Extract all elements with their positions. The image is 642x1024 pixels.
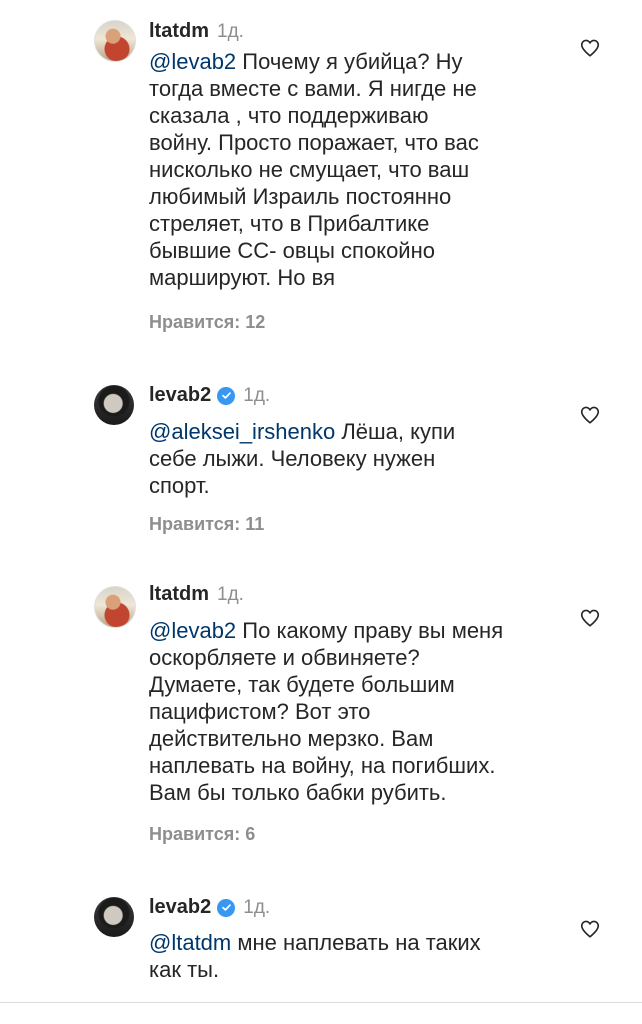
comment-line: оскорбляете и обвиняете?	[149, 645, 420, 670]
likes-count[interactable]: Нравится: 12	[149, 312, 265, 333]
comment-line: Вам бы только бабки рубить.	[149, 780, 447, 805]
username[interactable]: ltatdm	[149, 20, 209, 43]
mention-link[interactable]: @levab2	[149, 618, 236, 643]
mention-link[interactable]: @ltatdm	[149, 930, 231, 955]
divider	[0, 1002, 642, 1003]
comment: ltatdm 1д. @levab2 По какому праву вы ме…	[0, 580, 642, 860]
avatar[interactable]	[94, 586, 136, 628]
comment-line: Лёша, купи	[335, 419, 456, 444]
username[interactable]: levab2	[149, 384, 211, 407]
comment-header: levab2 1д.	[149, 896, 270, 919]
timestamp: 1д.	[217, 20, 244, 42]
comment-line: как ты.	[149, 957, 220, 982]
username[interactable]: ltatdm	[149, 583, 209, 606]
comment-line: пацифистом? Вот это	[149, 699, 371, 724]
comment-header: levab2 1д.	[149, 384, 270, 407]
username[interactable]: levab2	[149, 896, 211, 919]
timestamp: 1д.	[217, 583, 244, 605]
heart-outline-icon[interactable]	[579, 404, 601, 426]
comment-line: себе лыжи. Человеку нужен	[149, 446, 436, 471]
comment-line: бывшие СС- овцы спокойно	[149, 238, 435, 263]
comment-line: Почему я убийца? Ну	[236, 49, 463, 74]
comment-text: @levab2 По какому праву вы меня оскорбля…	[149, 617, 549, 806]
comment-line: сказала , что поддерживаю	[149, 103, 429, 128]
timestamp: 1д.	[243, 384, 271, 406]
comment-line: наплевать на войну, на погибших.	[149, 753, 496, 778]
comment-text: @ltatdm мне наплевать на таких как ты.	[149, 929, 549, 983]
comment-line: маршируют. Но вя	[149, 265, 335, 290]
comment: levab2 1д. @ltatdm мне наплевать на таки…	[0, 893, 642, 993]
comment-line: нисколько не смущает, что ваш	[149, 157, 470, 182]
likes-count[interactable]: Нравится: 11	[149, 514, 264, 535]
comment-line: мне наплевать на таких	[231, 930, 481, 955]
comment-line: действительно мерзко. Вам	[149, 726, 434, 751]
comment-line: Думаете, так будете большим	[149, 672, 455, 697]
comment-header: ltatdm 1д.	[149, 20, 244, 43]
avatar[interactable]	[94, 897, 134, 937]
heart-outline-icon[interactable]	[579, 607, 601, 629]
comment-line: По какому праву вы меня	[236, 618, 504, 643]
verified-badge-icon	[217, 898, 236, 917]
mention-link[interactable]: @levab2	[149, 49, 236, 74]
mention-link[interactable]: @aleksei_irshenko	[149, 419, 335, 444]
heart-outline-icon[interactable]	[579, 37, 601, 59]
avatar[interactable]	[94, 385, 134, 425]
verified-badge-icon	[217, 386, 236, 405]
timestamp: 1д.	[243, 896, 271, 918]
comment-text: @aleksei_irshenko Лёша, купи себе лыжи. …	[149, 418, 549, 499]
comment-line: стреляет, что в Прибалтике	[149, 211, 430, 236]
comment-line: спорт.	[149, 473, 210, 498]
comment-header: ltatdm 1д.	[149, 583, 244, 606]
comment: levab2 1д. @aleksei_irshenko Лёша, купи …	[0, 380, 642, 550]
avatar[interactable]	[94, 20, 136, 62]
heart-outline-icon[interactable]	[579, 918, 601, 940]
comment: ltatdm 1д. @levab2 Почему я убийца? Ну т…	[0, 0, 642, 350]
comment-text: @levab2 Почему я убийца? Ну тогда вместе…	[149, 48, 549, 291]
comment-line: любимый Израиль постоянно	[149, 184, 452, 209]
comment-line: тогда вместе с вами. Я нигде не	[149, 76, 477, 101]
comment-line: войну. Просто поражает, что вас	[149, 130, 479, 155]
likes-count[interactable]: Нравится: 6	[149, 824, 255, 845]
